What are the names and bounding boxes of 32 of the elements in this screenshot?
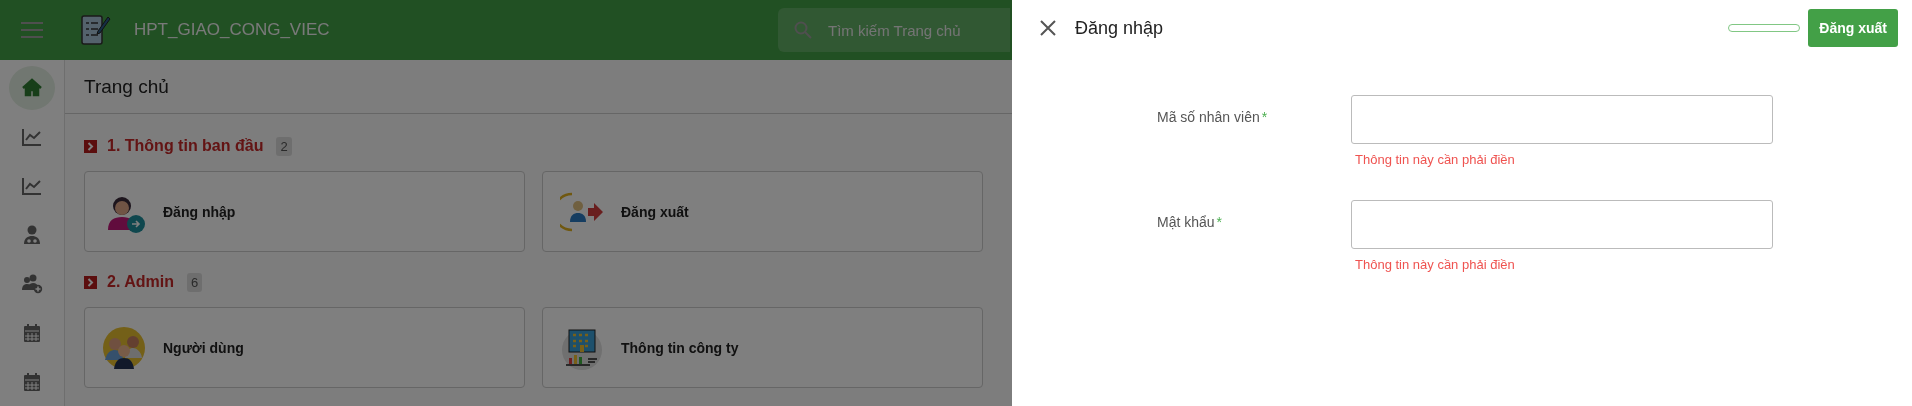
module-card[interactable]: Đăng nhập xyxy=(84,171,525,252)
section-title: 1. Thông tin ban đầu xyxy=(107,137,264,155)
checklist-pencil-icon xyxy=(81,14,111,46)
required-mark: * xyxy=(1261,109,1268,125)
count-badge: 6 xyxy=(186,272,203,292)
drawer-title: Đăng nhập xyxy=(1075,17,1164,39)
close-icon[interactable] xyxy=(1040,20,1056,36)
search-icon xyxy=(794,21,812,39)
logout-button[interactable]: Đăng xuất xyxy=(1808,9,1898,47)
card-label: Đăng nhập xyxy=(163,203,236,220)
module-card[interactable]: Đăng xuất xyxy=(542,171,983,252)
field-label: Mã số nhân viên xyxy=(1157,109,1260,125)
app-title: HPT_GIAO_CONG_VIEC xyxy=(134,20,330,40)
module-card[interactable]: Người dùng xyxy=(84,307,525,388)
people-group-icon xyxy=(102,325,146,370)
section-title: 2. Admin xyxy=(107,273,174,291)
count-badge: 2 xyxy=(276,136,292,156)
card-label: Người dùng xyxy=(163,339,244,356)
field-label: Mật khẩu xyxy=(1157,214,1215,230)
page-title: Trang chủ xyxy=(84,75,169,98)
module-card[interactable]: Thông tin công ty xyxy=(542,307,983,388)
card-label: Đăng xuất xyxy=(621,203,689,220)
error-message: Thông tin này cần phải điền xyxy=(1355,257,1516,272)
error-message: Thông tin này cần phải điền xyxy=(1355,152,1516,167)
card-label: Thông tin công ty xyxy=(621,339,739,356)
home-icon[interactable] xyxy=(9,66,55,110)
outlined-button[interactable] xyxy=(1728,24,1801,32)
chevron-icon[interactable] xyxy=(84,139,97,153)
input-field[interactable] xyxy=(1351,200,1773,249)
input-field[interactable] xyxy=(1351,95,1773,144)
chevron-icon[interactable] xyxy=(84,275,97,289)
required-mark: * xyxy=(1216,214,1223,230)
